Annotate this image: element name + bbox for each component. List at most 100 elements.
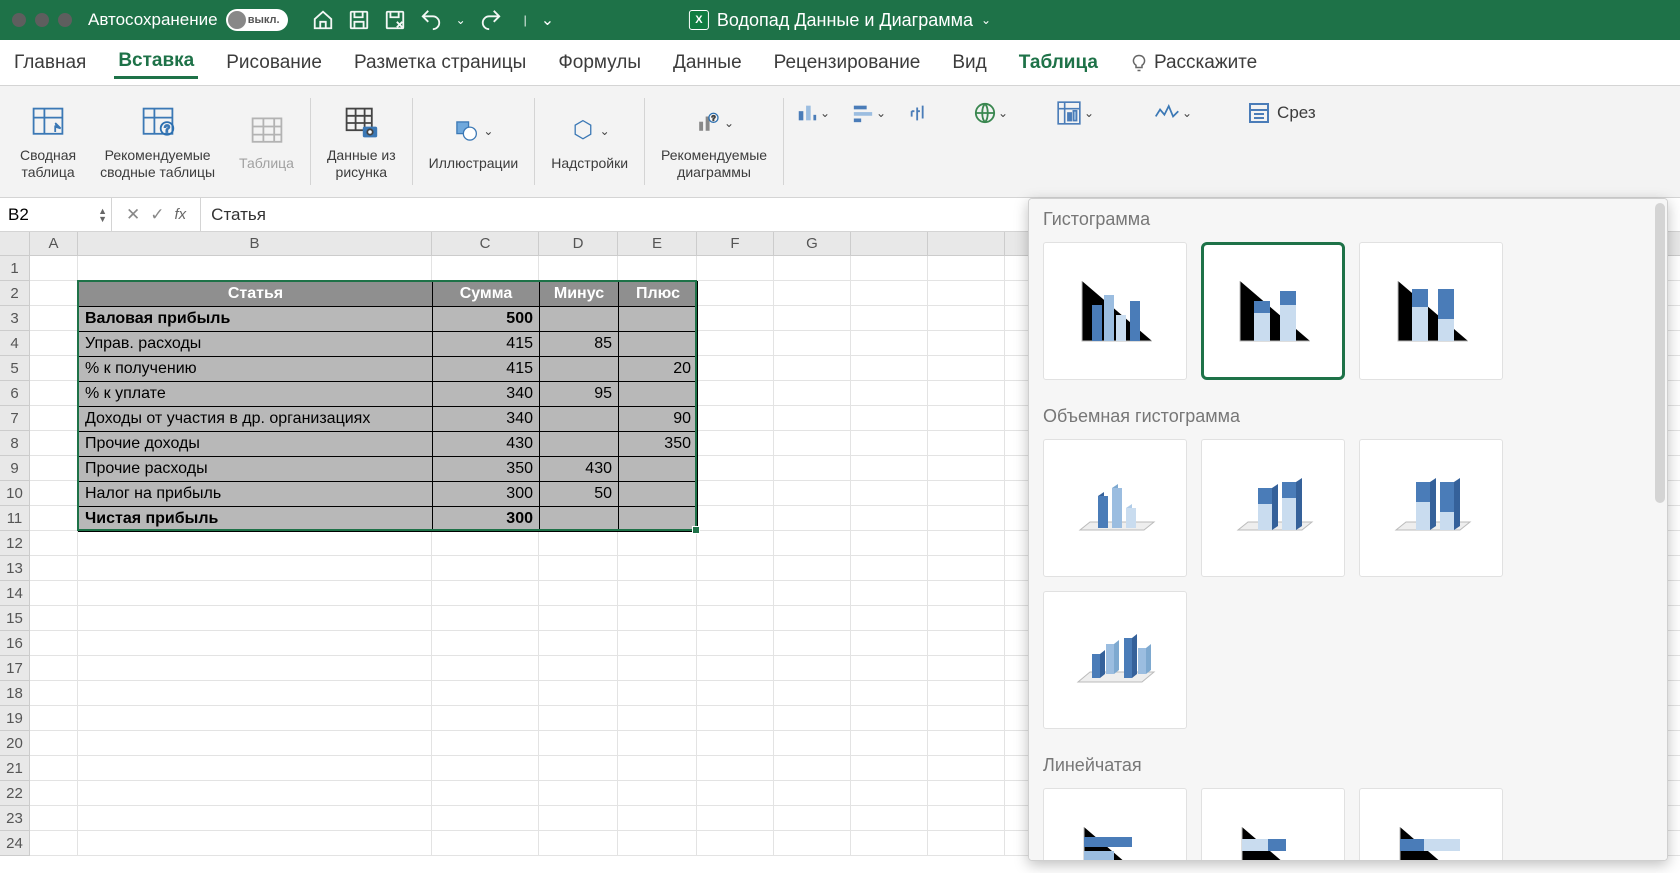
cell[interactable]: [697, 431, 774, 456]
row-header-19[interactable]: 19: [0, 706, 30, 731]
cell[interactable]: [774, 781, 851, 806]
table-cell-label[interactable]: % к получению: [79, 357, 433, 382]
cell[interactable]: [539, 256, 618, 281]
table-cell-sum[interactable]: 415: [433, 357, 540, 382]
row-header-3[interactable]: 3: [0, 306, 30, 331]
cell[interactable]: [851, 331, 928, 356]
cell[interactable]: [539, 706, 618, 731]
cell[interactable]: [697, 731, 774, 756]
cell[interactable]: [928, 656, 1005, 681]
tab-review[interactable]: Рецензирование: [770, 48, 925, 78]
row-header-4[interactable]: 4: [0, 331, 30, 356]
tab-table[interactable]: Таблица: [1015, 48, 1102, 78]
cell[interactable]: [30, 581, 78, 606]
table-cell-sum[interactable]: 430: [433, 432, 540, 457]
cell[interactable]: [697, 706, 774, 731]
cell[interactable]: [432, 706, 539, 731]
row-header-12[interactable]: 12: [0, 531, 30, 556]
cell[interactable]: [618, 756, 697, 781]
column-chart-button[interactable]: ⌄: [788, 98, 838, 128]
row-header-11[interactable]: 11: [0, 506, 30, 531]
cell[interactable]: [30, 481, 78, 506]
cell[interactable]: [851, 406, 928, 431]
col-header-C[interactable]: C: [432, 232, 539, 256]
table-cell-sum[interactable]: 500: [433, 307, 540, 332]
tab-formulas[interactable]: Формулы: [554, 48, 645, 78]
cell[interactable]: [851, 256, 928, 281]
addins-button[interactable]: ⌄ Надстройки: [539, 90, 640, 193]
cell[interactable]: [30, 331, 78, 356]
cell[interactable]: [539, 556, 618, 581]
table-cell-sum[interactable]: 350: [433, 457, 540, 482]
cell[interactable]: [697, 281, 774, 306]
table-cell-plus[interactable]: 350: [619, 432, 698, 457]
select-all-corner[interactable]: [0, 232, 30, 256]
cell[interactable]: [618, 256, 697, 281]
cell[interactable]: [774, 606, 851, 631]
cell[interactable]: [697, 581, 774, 606]
row-header-9[interactable]: 9: [0, 456, 30, 481]
row-header-18[interactable]: 18: [0, 681, 30, 706]
cell[interactable]: [697, 381, 774, 406]
fx-icon[interactable]: fx: [175, 206, 187, 223]
cell[interactable]: [432, 681, 539, 706]
table-cell-sum[interactable]: 340: [433, 382, 540, 407]
cell[interactable]: [432, 806, 539, 831]
cell[interactable]: [78, 681, 432, 706]
table-cell-minus[interactable]: 85: [540, 332, 619, 357]
chart-thumb-clustered-bar[interactable]: [1043, 788, 1187, 861]
cell[interactable]: [78, 256, 432, 281]
cell[interactable]: [78, 631, 432, 656]
cell[interactable]: [30, 656, 78, 681]
cell[interactable]: [697, 256, 774, 281]
cell[interactable]: [774, 406, 851, 431]
cell[interactable]: [78, 556, 432, 581]
chart-thumb-clustered-column[interactable]: [1043, 242, 1187, 380]
cell[interactable]: [30, 531, 78, 556]
cell[interactable]: [928, 431, 1005, 456]
cell[interactable]: [30, 831, 78, 856]
table-cell-minus[interactable]: [540, 307, 619, 332]
cell[interactable]: [851, 631, 928, 656]
cell[interactable]: [618, 606, 697, 631]
cell[interactable]: [697, 481, 774, 506]
stock-chart-button[interactable]: [900, 98, 938, 128]
save-icon[interactable]: [348, 9, 370, 31]
table-cell-plus[interactable]: [619, 457, 698, 482]
col-header-A[interactable]: A: [30, 232, 78, 256]
cell[interactable]: [697, 456, 774, 481]
tab-draw[interactable]: Рисование: [222, 48, 326, 78]
table-cell-label[interactable]: Чистая прибыль: [79, 507, 433, 532]
cell[interactable]: [928, 531, 1005, 556]
cell[interactable]: [539, 806, 618, 831]
cell[interactable]: [539, 581, 618, 606]
minimize-window-icon[interactable]: [35, 13, 49, 27]
cell[interactable]: [851, 806, 928, 831]
cell[interactable]: [851, 481, 928, 506]
chart-thumb-3d-clustered-column[interactable]: [1043, 439, 1187, 577]
table-cell-minus[interactable]: [540, 507, 619, 532]
cell[interactable]: [539, 531, 618, 556]
map-chart-button[interactable]: ⌄: [966, 98, 1016, 128]
cell[interactable]: [618, 831, 697, 856]
save-as-icon[interactable]: [384, 9, 406, 31]
row-header-17[interactable]: 17: [0, 656, 30, 681]
table-cell-minus[interactable]: 50: [540, 482, 619, 507]
cell[interactable]: [432, 656, 539, 681]
cell[interactable]: [851, 281, 928, 306]
sparkline-button[interactable]: ⌄: [1148, 98, 1198, 128]
table-cell-plus[interactable]: [619, 507, 698, 532]
cell[interactable]: [928, 756, 1005, 781]
table-cell-label[interactable]: Налог на прибыль: [79, 482, 433, 507]
col-header-D[interactable]: D: [539, 232, 618, 256]
cell[interactable]: [697, 356, 774, 381]
row-header-7[interactable]: 7: [0, 406, 30, 431]
cell[interactable]: [78, 831, 432, 856]
chart-thumb-stacked-column[interactable]: [1201, 242, 1345, 380]
cancel-formula-icon[interactable]: ✕: [126, 205, 140, 225]
cell[interactable]: [697, 606, 774, 631]
cell[interactable]: [30, 281, 78, 306]
row-header-16[interactable]: 16: [0, 631, 30, 656]
cell[interactable]: [539, 656, 618, 681]
cell[interactable]: [928, 381, 1005, 406]
